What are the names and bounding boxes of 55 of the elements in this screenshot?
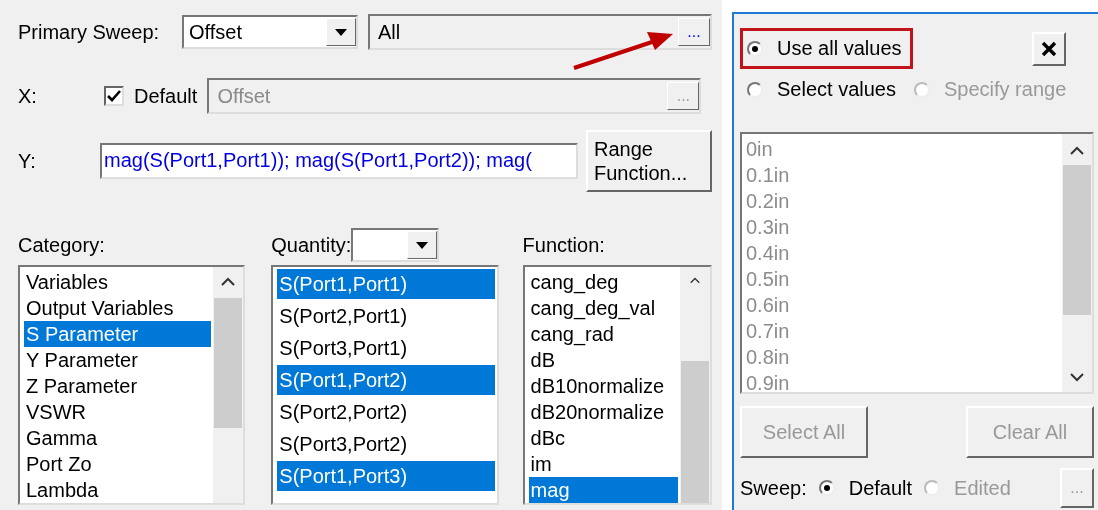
close-button[interactable]: [1032, 31, 1066, 66]
list-item[interactable]: cang_deg_val: [528, 295, 678, 321]
list-label: Function:: [522, 233, 606, 258]
list-item[interactable]: S(Port3,Port2): [277, 429, 495, 459]
close-icon: [1041, 40, 1057, 57]
field-label: X:: [18, 84, 38, 108]
list-item[interactable]: VSWR: [24, 399, 212, 425]
list-item[interactable]: dB10normalize: [528, 373, 678, 399]
field-label: Primary Sweep:: [18, 20, 161, 44]
list-item[interactable]: Port Zo: [24, 451, 212, 477]
list-label: Quantity:: [271, 233, 352, 257]
field-label: Y:: [18, 149, 37, 173]
scroll-up-icon[interactable]: [221, 277, 236, 286]
scroll-up-icon[interactable]: [1070, 146, 1084, 155]
y-expression-field[interactable]: mag(S(Port1,Port1)); mag(S(Port1,Port2)); mag(: [100, 143, 578, 179]
radio-option[interactable]: Use all values: [740, 28, 913, 69]
list-item[interactable]: S(Port1,Port2): [277, 365, 495, 395]
list-item[interactable]: S(Port1,Port3): [277, 461, 495, 491]
list-item[interactable]: dBc: [528, 425, 678, 451]
list-item[interactable]: mag: [528, 477, 678, 503]
list-label: Category:: [18, 233, 106, 258]
scrollbar-thumb[interactable]: [214, 298, 243, 428]
list-item[interactable]: Z Parameter: [24, 373, 212, 399]
list-item[interactable]: S(Port2,Port2): [277, 397, 495, 427]
list-item[interactable]: cang_rad: [528, 321, 678, 347]
range-field[interactable]: All ...: [368, 14, 712, 50]
radio-option[interactable]: Default: [818, 476, 913, 500]
list-item[interactable]: Variables: [24, 269, 212, 295]
range-function-button[interactable]: Range Function...: [586, 130, 712, 192]
quantity-dropdown[interactable]: [351, 228, 440, 262]
radio-option[interactable]: Select values: [740, 69, 907, 110]
scrollbar-thumb[interactable]: [1063, 165, 1091, 315]
dropdown-arrow-icon: [335, 28, 347, 36]
scroll-up-icon[interactable]: [688, 277, 702, 284]
field-label: Sweep:: [740, 476, 807, 500]
list-item[interactable]: S(Port3,Port1): [277, 333, 495, 363]
default-checkbox[interactable]: [104, 86, 124, 106]
sweep-dropdown[interactable]: Offset: [182, 15, 358, 49]
dropdown-arrow-icon: [416, 241, 429, 249]
list-item[interactable]: dB: [528, 347, 678, 373]
list-item[interactable]: S Parameter: [24, 321, 212, 347]
list-item[interactable]: im: [528, 451, 678, 477]
list-item[interactable]: dB20normalize: [528, 399, 678, 425]
list-item[interactable]: Output Variables: [24, 295, 212, 321]
browse-button[interactable]: ...: [678, 18, 710, 46]
list-item[interactable]: Lambda: [24, 477, 212, 503]
list-item[interactable]: Y Parameter: [24, 347, 212, 373]
list-item[interactable]: S(Port2,Port1): [277, 301, 495, 331]
list-item[interactable]: S(Port1,Port1): [277, 269, 495, 299]
x-field: Offset ...: [207, 78, 702, 114]
list-item[interactable]: cang_deg: [528, 269, 678, 295]
checkbox-label: Default: [134, 84, 198, 108]
scroll-down-icon[interactable]: [1070, 373, 1084, 382]
scrollbar-thumb[interactable]: [681, 361, 709, 503]
list-item[interactable]: Gamma: [24, 425, 212, 451]
